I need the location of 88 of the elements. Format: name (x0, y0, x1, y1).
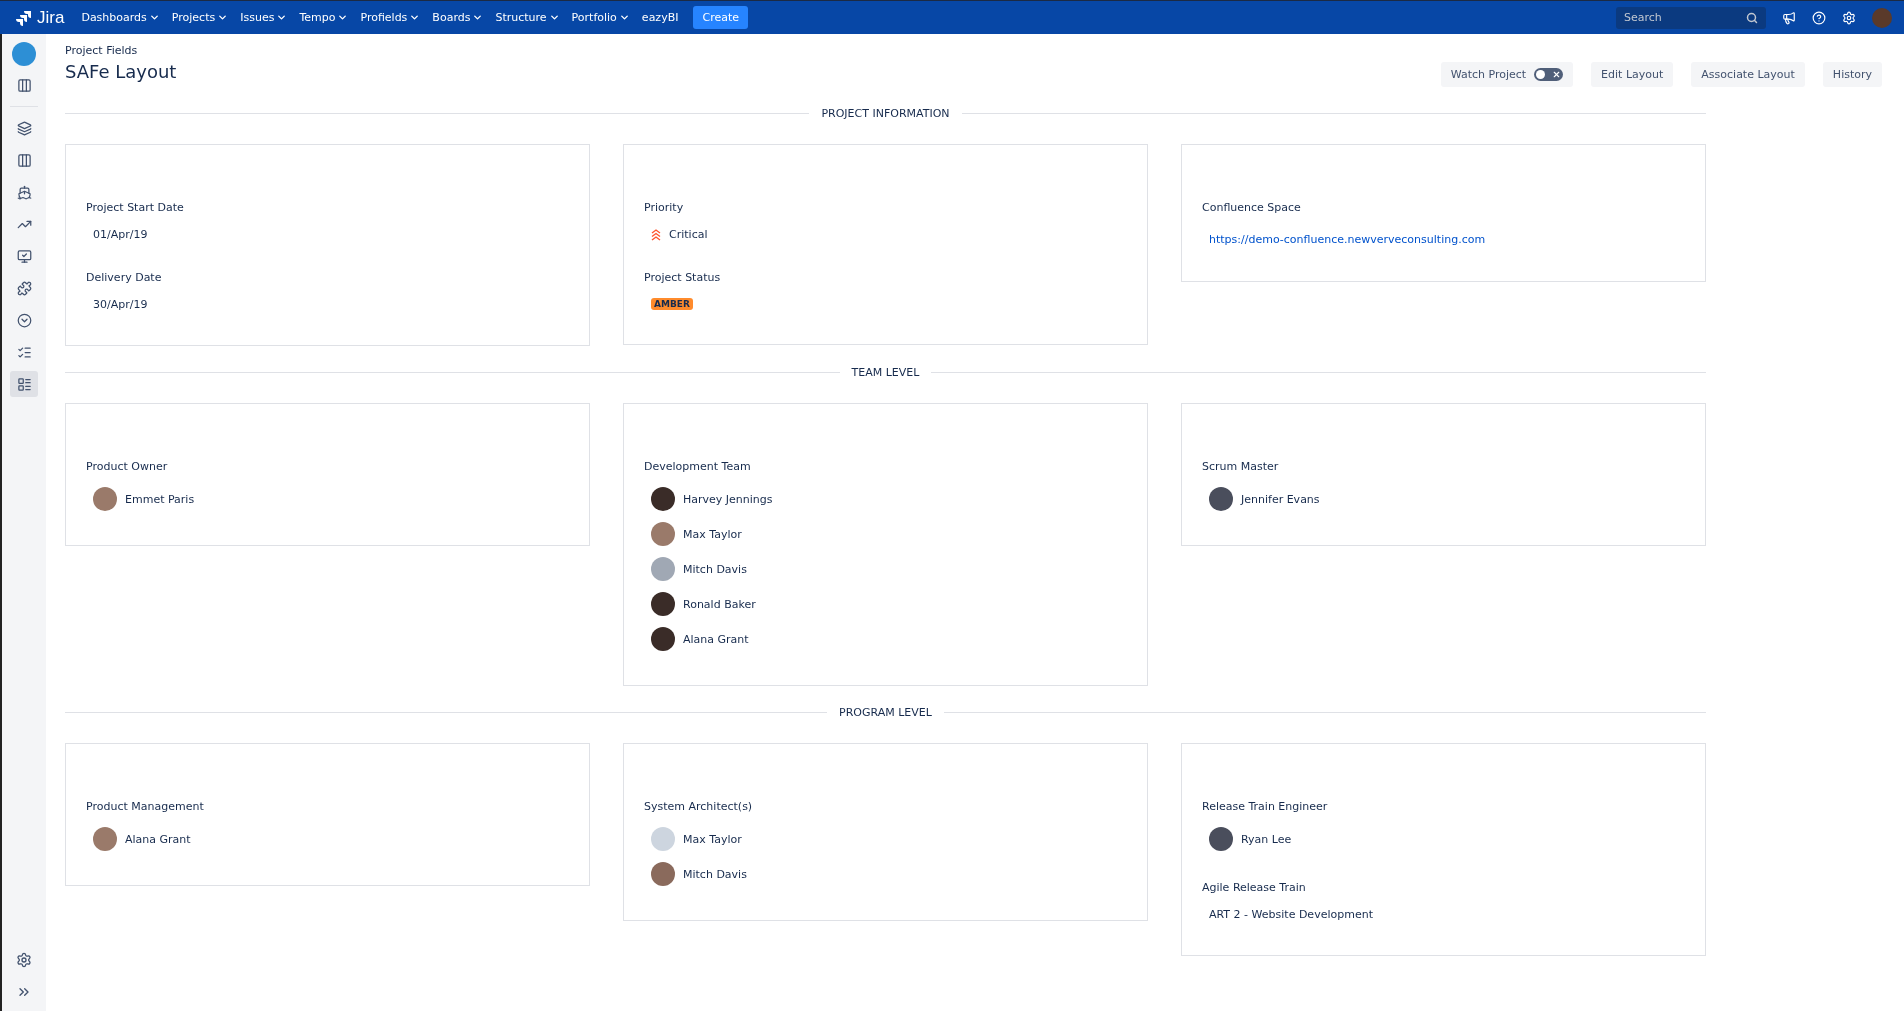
nav-menu[interactable]: Tempo (294, 7, 354, 28)
chevron-down-icon (337, 12, 349, 23)
nav-menu[interactable]: Projects (166, 7, 234, 28)
header-button[interactable]: Edit Layout (1591, 62, 1674, 87)
field-value: Critical (669, 228, 708, 241)
status-lozenge: AMBER (651, 298, 693, 310)
nav-menu[interactable]: Issues (235, 7, 293, 28)
user-avatar (651, 627, 675, 651)
nav-menu[interactable]: Profields (355, 7, 426, 28)
board-icon (16, 77, 32, 93)
user-name: Mitch Davis (683, 562, 747, 576)
chevron-down-icon (148, 12, 160, 23)
field-value: 30/Apr/19 (92, 298, 149, 311)
nav-menu[interactable]: eazyBI (636, 7, 684, 28)
field-label: Agile Release Train (1202, 881, 1307, 894)
user-name: Emmet Paris (125, 492, 195, 506)
ship-icon (16, 184, 32, 200)
section-title: PROJECT INFORMATION (821, 107, 950, 120)
user-name: Max Taylor (683, 527, 742, 541)
user-name: Ronald Baker (683, 597, 756, 611)
user-avatar (1209, 487, 1233, 511)
checklist-icon (16, 344, 32, 360)
nav-menu[interactable]: Boards (427, 7, 489, 28)
puzzle-icon (16, 280, 32, 296)
user-avatar (651, 862, 675, 886)
chevron-down-icon (276, 12, 288, 23)
user-avatar (651, 592, 675, 616)
search-field[interactable]: Search (1616, 6, 1766, 29)
user-avatar (93, 487, 117, 511)
user-name: Max Taylor (683, 832, 742, 846)
field-value: 01/Apr/19 (92, 228, 149, 241)
list-icon (16, 376, 32, 392)
user-avatar (93, 827, 117, 851)
user-avatar (651, 522, 675, 546)
user-name: Alana Grant (683, 632, 749, 646)
user-name: Alana Grant (125, 832, 191, 846)
priority-icon (651, 228, 661, 241)
field-label: Confluence Space (1202, 201, 1302, 214)
section-title: PROGRAM LEVEL (839, 706, 932, 719)
field-label: Priority (644, 201, 685, 214)
breadcrumb[interactable]: Project Fields (65, 44, 177, 57)
chevron-down-icon (472, 12, 484, 23)
megaphone-icon[interactable] (1782, 10, 1796, 25)
user-avatar (651, 557, 675, 581)
field-label: Scrum Master (1202, 460, 1280, 473)
jira-logo-icon (16, 9, 32, 26)
field-value: ART 2 - Website Development (1208, 908, 1374, 921)
jira-logo[interactable]: Jira (16, 7, 65, 28)
field-label: Development Team (644, 460, 752, 473)
watch-toggle[interactable] (1534, 68, 1564, 81)
section-title: TEAM LEVEL (851, 366, 920, 379)
user-name: Jennifer Evans (1241, 492, 1320, 506)
field-label: Product Owner (86, 460, 169, 473)
settings-icon[interactable] (16, 952, 32, 968)
field-label: Product Management (86, 800, 205, 813)
field-label: Project Status (644, 271, 722, 284)
user-avatar (1209, 827, 1233, 851)
chevron-down-icon (548, 12, 560, 23)
monitor-icon (16, 248, 32, 264)
field-label: Delivery Date (86, 271, 163, 284)
nav-menu[interactable]: Portfolio (566, 7, 635, 28)
sidebar-item[interactable] (10, 371, 38, 397)
field-label: Release Train Engineer (1202, 800, 1329, 813)
page-title: SAFe Layout (65, 61, 177, 82)
columns-icon (16, 152, 32, 168)
help-icon[interactable] (1812, 10, 1826, 25)
user-avatar (651, 487, 675, 511)
user-name: Mitch Davis (683, 867, 747, 881)
user-avatar (651, 827, 675, 851)
confluence-link[interactable]: https://demo-confluence.newverveconsulting.com (1202, 233, 1486, 246)
nav-menu[interactable]: Structure (490, 7, 565, 28)
create-button[interactable]: Create (693, 6, 748, 29)
nav-menu[interactable]: Dashboards (76, 7, 165, 28)
user-name: Ryan Lee (1241, 832, 1292, 846)
search-icon (1746, 11, 1758, 24)
layers-icon (16, 120, 32, 136)
header-button[interactable]: History (1822, 62, 1882, 87)
watch-project-button[interactable]: Watch Project (1440, 62, 1574, 87)
chevron-down-icon (618, 12, 630, 23)
x-icon (1552, 70, 1562, 79)
chevron-down-icon (409, 12, 421, 23)
circle-chevron-icon (16, 312, 32, 328)
field-label: System Architect(s) (644, 800, 754, 813)
chevron-down-icon (217, 12, 229, 23)
header-button[interactable]: Associate Layout (1691, 62, 1805, 87)
user-name: Harvey Jennings (683, 492, 773, 506)
field-label: Project Start Date (86, 201, 185, 214)
project-avatar[interactable] (12, 42, 36, 66)
